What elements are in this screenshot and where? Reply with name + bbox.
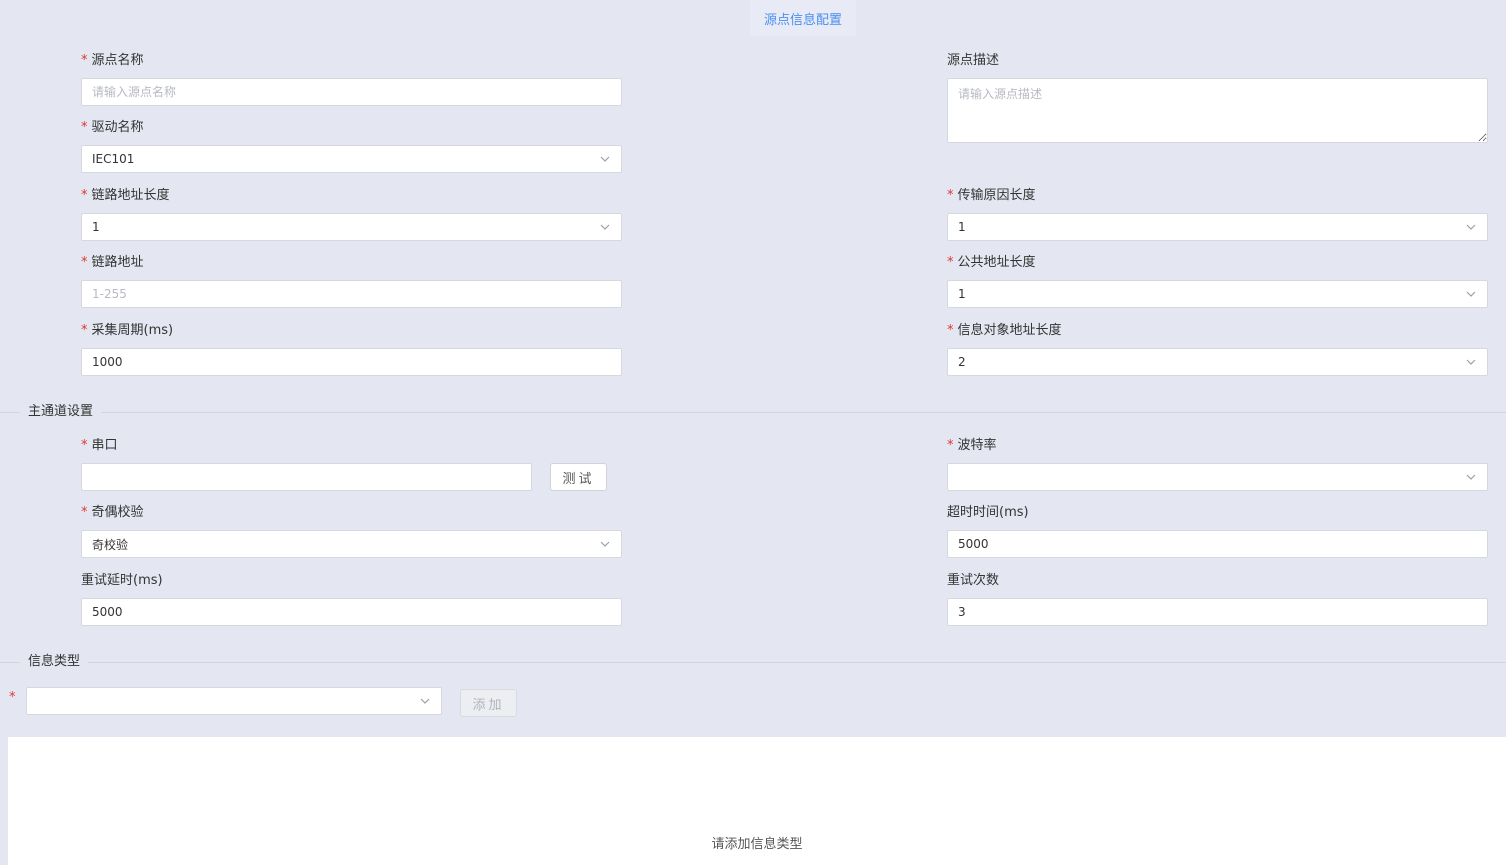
retry-delay-input[interactable]: 5000 xyxy=(81,598,622,626)
section-divider xyxy=(0,412,1506,413)
link-addr-len-label: * 链路地址长度 xyxy=(81,188,170,203)
retry-count-label: 重试次数 xyxy=(947,573,1000,588)
link-addr-input[interactable] xyxy=(81,280,622,308)
source-name-input[interactable] xyxy=(81,78,622,106)
baud-rate-label: * 波特率 xyxy=(947,438,997,453)
source-name-label: * 源点名称 xyxy=(81,53,144,68)
chevron-down-icon xyxy=(1465,221,1477,233)
common-addr-len-label: * 公共地址长度 xyxy=(947,255,1036,270)
serial-port-label: * 串口 xyxy=(81,438,118,453)
source-desc-label: 源点描述 xyxy=(947,53,1000,68)
ioa-len-label: * 信息对象地址长度 xyxy=(947,323,1062,338)
timeout-input[interactable]: 5000 xyxy=(947,530,1488,558)
baud-rate-select[interactable] xyxy=(947,463,1488,491)
retry-delay-label: 重试延时(ms) xyxy=(81,573,163,588)
cot-len-label: * 传输原因长度 xyxy=(947,188,1036,203)
source-desc-textarea[interactable] xyxy=(947,78,1488,143)
chevron-down-icon xyxy=(1465,471,1477,483)
info-type-select[interactable] xyxy=(26,687,442,715)
link-addr-label: * 链路地址 xyxy=(81,255,144,270)
add-button[interactable]: 添加 xyxy=(460,689,517,717)
info-type-required-star: * xyxy=(9,690,16,705)
tab-source-config[interactable]: 源点信息配置 xyxy=(750,0,856,36)
driver-name-select[interactable]: IEC101 xyxy=(81,145,622,173)
chevron-down-icon xyxy=(1465,288,1477,300)
section-divider xyxy=(0,662,1506,663)
main-channel-title: 主通道设置 xyxy=(20,403,102,421)
tab-label: 源点信息配置 xyxy=(763,12,842,28)
retry-count-input[interactable]: 3 xyxy=(947,598,1488,626)
serial-port-input[interactable] xyxy=(81,463,532,491)
empty-state-text: 请添加信息类型 xyxy=(711,837,803,852)
info-type-title: 信息类型 xyxy=(20,653,89,671)
parity-label: * 奇偶校验 xyxy=(81,505,144,520)
parity-select[interactable]: 奇校验 xyxy=(81,530,622,558)
common-addr-len-select[interactable]: 1 xyxy=(947,280,1488,308)
driver-name-label: * 驱动名称 xyxy=(81,120,144,135)
chevron-down-icon xyxy=(419,695,431,707)
info-type-list-panel: 请添加信息类型 xyxy=(8,737,1506,865)
poll-period-input[interactable]: 1000 xyxy=(81,348,622,376)
test-button[interactable]: 测试 xyxy=(550,463,607,491)
cot-len-select[interactable]: 1 xyxy=(947,213,1488,241)
chevron-down-icon xyxy=(599,153,611,165)
link-addr-len-select[interactable]: 1 xyxy=(81,213,622,241)
timeout-label: 超时时间(ms) xyxy=(947,505,1029,520)
poll-period-label: * 采集周期(ms) xyxy=(81,323,174,338)
chevron-down-icon xyxy=(599,538,611,550)
chevron-down-icon xyxy=(1465,356,1477,368)
chevron-down-icon xyxy=(599,221,611,233)
ioa-len-select[interactable]: 2 xyxy=(947,348,1488,376)
